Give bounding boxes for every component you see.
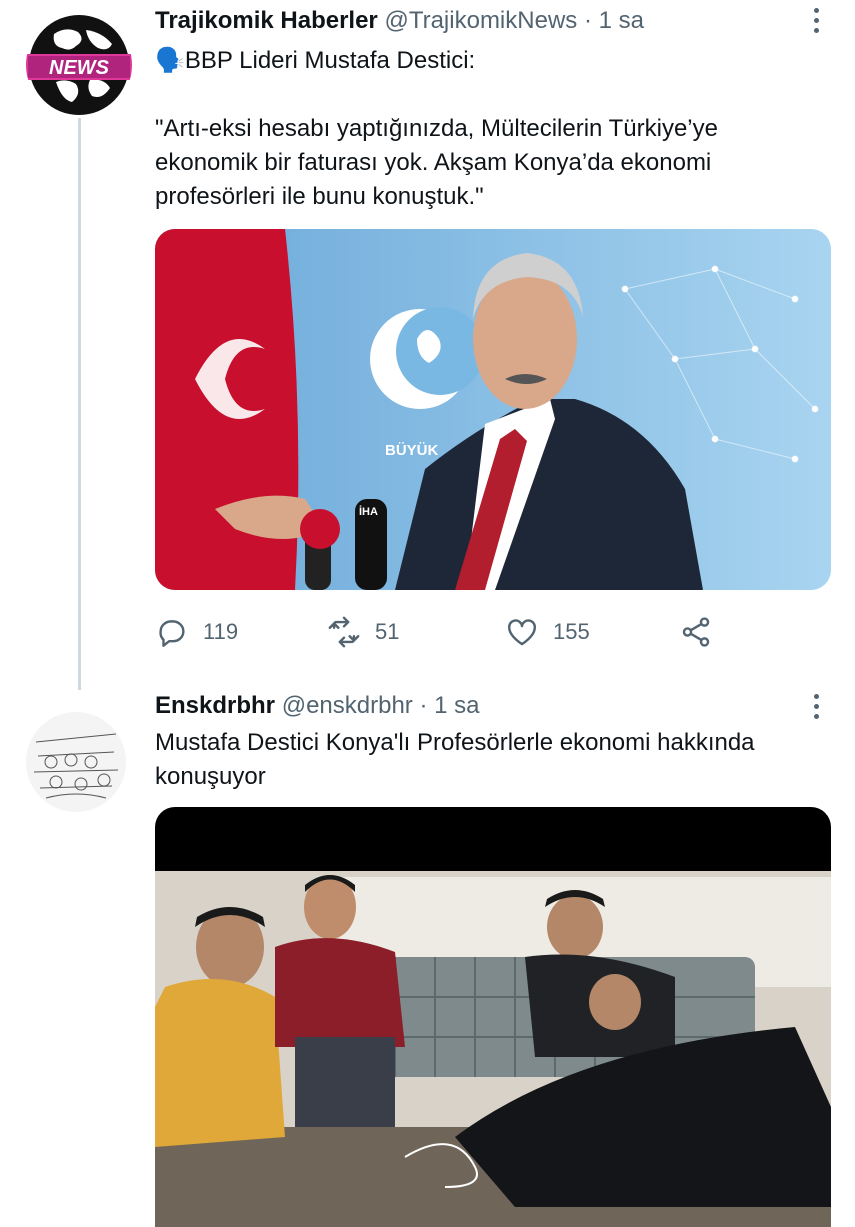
like-count: 155 — [553, 619, 590, 644]
retweet-count: 51 — [375, 619, 400, 644]
display-name[interactable]: Enskdrbhr — [155, 692, 275, 719]
like-icon — [508, 619, 536, 646]
tweet-header: Trajikomik Haberler @TrajikomikNews · 1 … — [155, 7, 644, 35]
timestamp[interactable]: 1 sa — [434, 692, 479, 719]
sketch-avatar — [26, 712, 126, 812]
handle[interactable]: @enskdrbhr — [282, 692, 413, 719]
separator: · — [583, 7, 592, 34]
retweet-icon — [328, 616, 360, 648]
tweet-video[interactable] — [155, 807, 831, 1227]
tweet-card[interactable]: Enskdrbhr @enskdrbhr · 1 sa Mustafa Dest… — [0, 690, 855, 1227]
share-icon — [682, 617, 710, 647]
news-globe-logo: NEWS — [26, 12, 132, 118]
timestamp[interactable]: 1 sa — [599, 7, 644, 34]
reply-count: 119 — [203, 619, 239, 644]
thread-line — [78, 118, 81, 690]
banner-text: BÜYÜK — [385, 442, 439, 459]
tweet-text: Mustafa Destici Konya'lı Profesörlerle e… — [155, 729, 755, 790]
separator: · — [419, 692, 428, 719]
more-icon[interactable] — [811, 694, 821, 724]
tweet-header: Enskdrbhr @enskdrbhr · 1 sa — [155, 692, 480, 720]
retweet-button[interactable]: 51 — [327, 612, 399, 652]
tweet-image[interactable]: BÜYÜK İHA — [155, 229, 831, 590]
avatar-news-label: NEWS — [49, 57, 110, 79]
tweet-card[interactable]: NEWS Trajikomik Haberler @TrajikomikNews… — [0, 0, 855, 690]
share-button[interactable] — [679, 612, 727, 652]
like-button[interactable]: 155 — [505, 612, 590, 652]
avatar[interactable] — [26, 712, 126, 812]
mic-brand-text: İHA — [359, 505, 378, 518]
room-group-photo — [155, 807, 831, 1227]
handle[interactable]: @TrajikomikNews — [384, 7, 577, 34]
tweet-text: 🗣️BBP Lideri Mustafa Destici: "Artı-eksi… — [155, 47, 718, 210]
avatar[interactable]: NEWS — [26, 12, 132, 118]
reply-button[interactable]: 119 — [155, 612, 238, 652]
press-conference-photo: BÜYÜK İHA — [155, 229, 831, 590]
display-name[interactable]: Trajikomik Haberler — [155, 7, 378, 34]
tweet-actions: 119 51 155 — [155, 612, 755, 652]
more-icon[interactable] — [811, 8, 821, 38]
reply-icon — [159, 620, 185, 647]
